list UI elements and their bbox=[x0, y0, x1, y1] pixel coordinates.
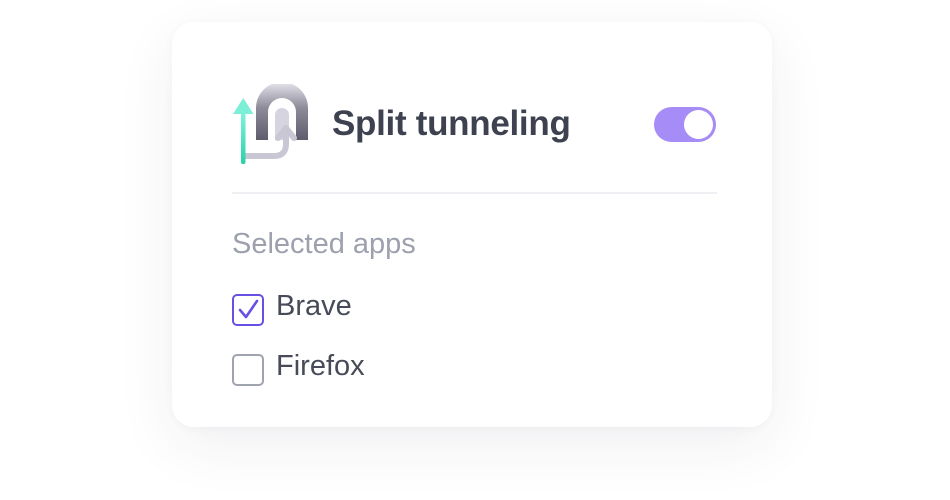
page-title: Split tunneling bbox=[332, 104, 571, 143]
app-row-brave[interactable]: Brave bbox=[232, 290, 532, 328]
card-header: Split tunneling bbox=[232, 82, 717, 164]
brave-checkbox[interactable] bbox=[232, 294, 264, 326]
toggle-knob bbox=[684, 110, 713, 139]
checkmark-icon bbox=[238, 299, 259, 319]
split-tunnel-icon bbox=[232, 82, 310, 164]
app-row-firefox[interactable]: Firefox bbox=[232, 350, 532, 388]
section-label: Selected apps bbox=[232, 228, 416, 260]
app-name-brave: Brave bbox=[276, 290, 352, 322]
firefox-checkbox[interactable] bbox=[232, 354, 264, 386]
split-tunneling-toggle[interactable] bbox=[654, 107, 716, 142]
split-tunneling-card: Split tunneling Selected apps Brave Fire… bbox=[172, 22, 772, 427]
divider bbox=[232, 192, 717, 194]
app-name-firefox: Firefox bbox=[276, 350, 365, 382]
